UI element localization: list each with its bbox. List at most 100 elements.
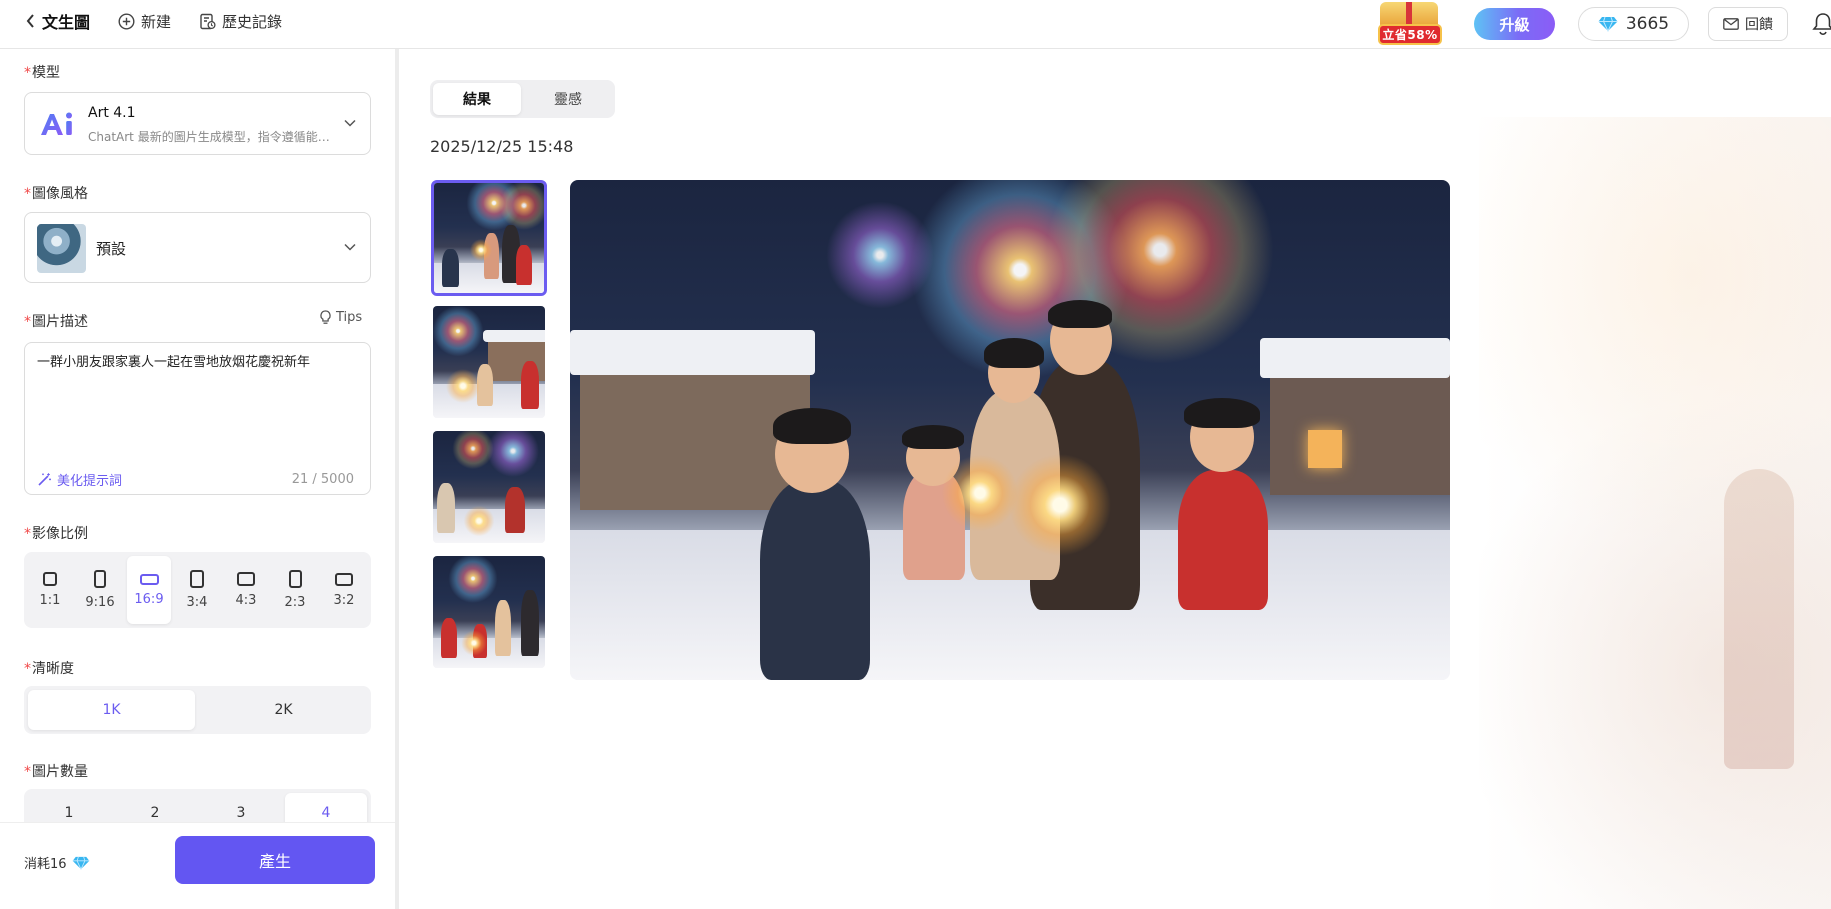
- ratio-label: 9:16: [85, 595, 115, 610]
- model-description: ChatArt 最新的圖片生成模型，指令遵循能…: [88, 130, 330, 144]
- ratio-option-1-1[interactable]: 1:1: [28, 556, 72, 624]
- page-title: 文生圖: [42, 13, 91, 32]
- tips-button[interactable]: Tips: [319, 310, 362, 325]
- ratio-landscape-icon: [335, 572, 353, 586]
- clarity-selector: 1K 2K: [24, 686, 371, 734]
- result-thumbnail[interactable]: [431, 429, 547, 545]
- person: [437, 483, 455, 533]
- ratio-square-icon: [43, 572, 57, 586]
- hair: [773, 408, 851, 444]
- description-text[interactable]: 一群小朋友跟家裏人一起在雪地放烟花慶祝新年: [37, 353, 357, 373]
- result-thumbnail[interactable]: [431, 554, 547, 670]
- generate-footer: 消耗16 產生: [0, 822, 395, 909]
- promo-badge[interactable]: 立省58%: [1376, 0, 1444, 46]
- ratio-label: 3:2: [333, 592, 355, 608]
- credits-balance[interactable]: 3665: [1578, 7, 1689, 41]
- description-input[interactable]: 一群小朋友跟家裏人一起在雪地放烟花慶祝新年 美化提示詞 21 / 5000: [24, 342, 371, 495]
- ratio-landscape-icon: [237, 572, 255, 586]
- style-label-text: 圖像風格: [32, 186, 88, 202]
- ratio-option-9-16[interactable]: 9:16: [78, 556, 122, 624]
- top-bar: 文生圖 新建 歷史記錄 立省58% 升級 3665 回饋: [0, 0, 1831, 49]
- model-name: Art 4.1: [88, 105, 136, 121]
- person: [521, 361, 539, 409]
- ratio-landscape-icon: [139, 573, 159, 585]
- required-mark: *: [24, 661, 31, 677]
- ratio-option-3-2[interactable]: 3:2: [322, 556, 366, 624]
- results-tabs: 結果 靈感: [430, 80, 615, 118]
- generated-image: [433, 556, 545, 668]
- result-thumbnail[interactable]: [431, 304, 547, 420]
- generation-timestamp: 2025/12/25 15:48: [430, 137, 574, 156]
- generated-image: [434, 183, 544, 293]
- ratio-option-3-4[interactable]: 3:4: [175, 556, 219, 624]
- clarity-label-text: 清晰度: [32, 661, 74, 677]
- new-button[interactable]: 新建: [118, 0, 171, 42]
- upgrade-button[interactable]: 升級: [1474, 8, 1555, 40]
- ratio-option-4-3[interactable]: 4:3: [224, 556, 268, 624]
- magic-wand-icon: [38, 473, 51, 486]
- history-button[interactable]: 歷史記錄: [199, 0, 282, 42]
- diamond-icon: [72, 856, 89, 870]
- ratio-label: 16:9: [134, 591, 164, 607]
- firework: [438, 556, 508, 606]
- promo-discount-label: 立省58%: [1378, 24, 1442, 45]
- model-label: *模型: [24, 62, 60, 82]
- ratio-selector: 1:1 9:16 16:9 3:4 4:3 2:3 3:2: [24, 552, 371, 628]
- notification-button[interactable]: [1812, 12, 1831, 36]
- ai-logo-icon: [41, 112, 72, 135]
- hair: [984, 338, 1044, 368]
- style-select[interactable]: 預設: [24, 212, 371, 283]
- sparkler: [443, 366, 483, 406]
- sparkler: [459, 628, 489, 658]
- plus-circle-icon: [118, 12, 135, 30]
- cost-label: 消耗16: [24, 857, 67, 872]
- ratio-label: 3:4: [186, 595, 208, 610]
- credits-count: 3665: [1625, 14, 1670, 34]
- model-select[interactable]: Art 4.1 ChatArt 最新的圖片生成模型，指令遵循能…: [24, 92, 371, 155]
- person: [516, 245, 532, 285]
- diamond-icon: [1598, 16, 1618, 32]
- clarity-option-2k[interactable]: 2K: [200, 690, 367, 730]
- hair: [1048, 300, 1112, 328]
- required-mark: *: [24, 764, 31, 780]
- history-icon: [200, 13, 216, 29]
- person: [505, 487, 525, 533]
- generate-button[interactable]: 產生: [175, 836, 375, 884]
- person: [521, 590, 539, 656]
- mail-icon: [1723, 18, 1739, 30]
- tab-inspiration[interactable]: 靈感: [524, 83, 612, 115]
- enhance-prompt-button[interactable]: 美化提示詞: [37, 470, 122, 489]
- settings-panel: *模型 Art 4.1 ChatArt 最新的圖片生成模型，指令遵循能… *圖像…: [0, 49, 395, 909]
- person-boy: [760, 480, 870, 680]
- sparkler: [935, 448, 1025, 538]
- style-label: *圖像風格: [24, 183, 88, 203]
- ratio-option-16-9[interactable]: 16:9: [127, 556, 171, 624]
- sparkler: [468, 237, 494, 263]
- count-label: *圖片數量: [24, 761, 88, 781]
- lightbulb-icon: [320, 310, 331, 324]
- results-area: 結果 靈感 2025/12/25 15:48: [399, 49, 1831, 909]
- clarity-label: *清晰度: [24, 658, 74, 678]
- lit-window: [1308, 430, 1342, 468]
- person: [441, 618, 457, 658]
- back-button[interactable]: 文生圖: [26, 0, 90, 42]
- generated-image: [433, 431, 545, 543]
- hair: [902, 425, 964, 449]
- gift-icon: [1380, 2, 1438, 26]
- clarity-option-1k[interactable]: 1K: [28, 690, 195, 730]
- result-thumbnail[interactable]: [431, 180, 547, 296]
- result-preview-image[interactable]: [570, 180, 1450, 680]
- person: [442, 249, 459, 287]
- cost-indicator: 消耗16: [24, 853, 90, 872]
- ratio-label: *影像比例: [24, 523, 88, 543]
- style-name: 預設: [96, 240, 127, 258]
- feedback-button[interactable]: 回饋: [1708, 7, 1788, 41]
- description-label-text: 圖片描述: [32, 314, 88, 330]
- tab-results[interactable]: 結果: [433, 83, 521, 115]
- required-mark: *: [24, 526, 31, 542]
- ratio-label: 4:3: [235, 593, 257, 608]
- style-thumbnail: [37, 224, 86, 273]
- ratio-portrait-icon: [94, 570, 106, 588]
- person-girl: [1178, 470, 1268, 610]
- ratio-option-2-3[interactable]: 2:3: [273, 556, 317, 624]
